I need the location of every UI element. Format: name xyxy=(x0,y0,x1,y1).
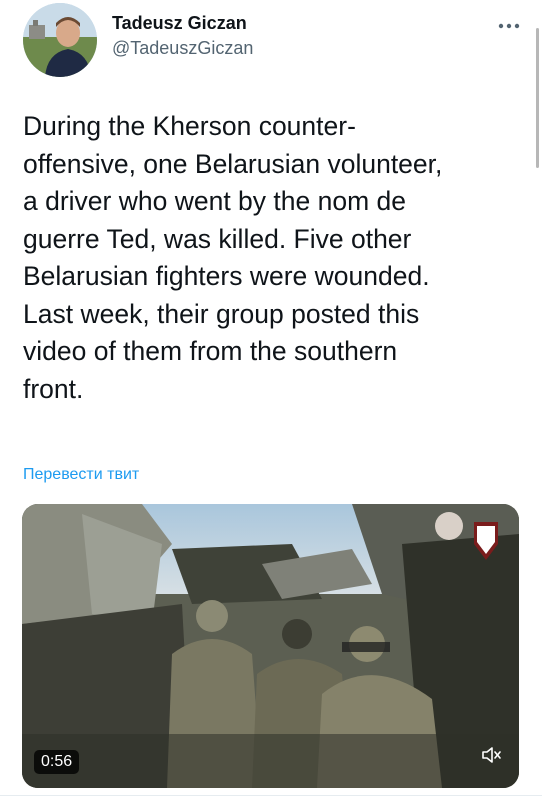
video-thumbnail xyxy=(22,504,519,788)
author-display-name[interactable]: Tadeusz Giczan xyxy=(112,12,253,34)
avatar[interactable] xyxy=(23,3,97,77)
more-options-icon[interactable] xyxy=(498,16,520,34)
translate-link[interactable]: Перевести твит xyxy=(23,466,139,484)
scrollbar[interactable] xyxy=(536,28,539,168)
tweet-text: During the Kherson counter- offensive, o… xyxy=(23,111,443,404)
divider xyxy=(0,795,542,796)
video-player[interactable]: 0:56 xyxy=(22,504,519,788)
author-names: Tadeusz Giczan @TadeuszGiczan xyxy=(112,12,253,60)
avatar-image xyxy=(23,3,97,77)
tweet-header: Tadeusz Giczan @TadeuszGiczan xyxy=(0,0,542,90)
author-handle[interactable]: @TadeuszGiczan xyxy=(112,36,253,60)
speaker-muted-icon[interactable] xyxy=(481,747,501,768)
video-duration: 0:56 xyxy=(34,750,80,774)
